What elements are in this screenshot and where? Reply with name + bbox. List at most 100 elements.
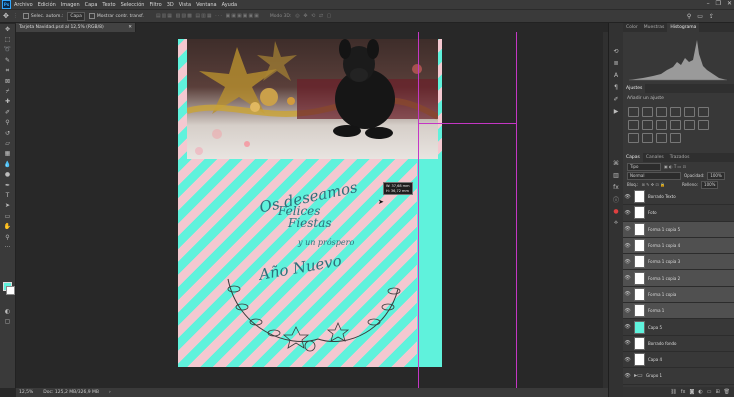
layer-row[interactable]: 👁 Borrado fondo <box>623 336 734 352</box>
adjust-layer-icon[interactable]: ◐ <box>698 389 702 395</box>
canvas-area[interactable]: Os deseamos Felices Fiestas y un prósper… <box>16 32 608 388</box>
brightness-adjust-icon[interactable] <box>628 107 639 117</box>
lasso-tool-icon[interactable]: ➰ <box>0 45 15 55</box>
eyedropper-tool-icon[interactable]: ⌿ <box>0 86 15 96</box>
shape-tool-icon[interactable]: ▭ <box>0 211 15 221</box>
brush-tool-icon[interactable]: ✐ <box>0 107 15 117</box>
status-arrow-icon[interactable]: › <box>109 388 111 397</box>
history-panel-icon[interactable]: ⟲ <box>609 45 623 57</box>
link-layers-icon[interactable]: ⛓ <box>670 389 676 395</box>
trash-icon[interactable]: 🗑 <box>724 389 730 395</box>
info-panel-icon[interactable]: ⓘ <box>609 193 623 205</box>
menu-texto[interactable]: Texto <box>102 2 115 8</box>
menu-3d[interactable]: 3D <box>167 2 174 8</box>
lookup-adjust-icon[interactable] <box>684 120 695 130</box>
levels-adjust-icon[interactable] <box>642 107 653 117</box>
layer-row[interactable]: 👁 Forma 1 copia 4 <box>623 237 734 255</box>
crop-tool-icon[interactable]: ⌗ <box>0 66 15 76</box>
frame-tool-icon[interactable]: ⊠ <box>0 76 15 86</box>
paragraph-panel-icon[interactable]: ¶ <box>609 81 623 93</box>
show-transform-checkbox[interactable]: Mostrar contr. transf. <box>88 13 144 19</box>
character-panel-icon[interactable]: A <box>609 69 623 81</box>
clone-stamp-icon[interactable]: ⚲ <box>0 118 15 128</box>
visibility-eye-icon[interactable]: 👁 <box>623 194 632 200</box>
move-tool-icon[interactable]: ✥ <box>3 12 9 20</box>
history-brush-icon[interactable]: ↺ <box>0 128 15 138</box>
tab-channels[interactable]: Canales <box>643 153 667 162</box>
layer-row[interactable]: 👁 Foto <box>623 205 734 222</box>
tab-swatches[interactable]: Muestras <box>641 23 668 32</box>
libraries-panel-icon[interactable]: ▥ <box>609 169 623 181</box>
visibility-eye-icon[interactable]: 👁 <box>623 373 632 379</box>
layer-kind-filter[interactable]: Tipo <box>627 162 661 171</box>
screen-mode-icon[interactable]: ▢ <box>0 316 15 326</box>
gradientmap-adjust-icon[interactable] <box>656 133 667 143</box>
menu-edicion[interactable]: Edición <box>38 2 56 8</box>
menu-vista[interactable]: Vista <box>179 2 191 8</box>
hand-tool-icon[interactable]: ✋ <box>0 221 15 231</box>
marquee-tool-icon[interactable]: ⬚ <box>0 34 15 44</box>
posterize-adjust-icon[interactable] <box>628 133 639 143</box>
selective-adjust-icon[interactable] <box>670 133 681 143</box>
layer-row[interactable]: 👁 Forma 1 copia 3 <box>623 254 734 271</box>
visibility-eye-icon[interactable]: 👁 <box>623 243 632 249</box>
3d-mode-icons[interactable]: ◎ ✥ ⟲ ⇄ ▢ <box>295 13 332 19</box>
actions-panel-icon[interactable]: ▶ <box>609 105 623 117</box>
document-tab[interactable]: Tarjeta Navidad.psd al 12,5% (RGB/8) ✕ <box>16 23 136 32</box>
photofilter-adjust-icon[interactable] <box>656 120 667 130</box>
layer-row[interactable]: 👁 Capa 5 <box>623 319 734 336</box>
bw-adjust-icon[interactable] <box>642 120 653 130</box>
layer-row[interactable]: 👁 Forma 1 <box>623 303 734 320</box>
auto-select-target-dropdown[interactable]: Capa <box>67 11 85 21</box>
exposure-adjust-icon[interactable] <box>670 107 681 117</box>
layer-row[interactable]: 👁 Forma 1 copia 5 <box>623 221 734 238</box>
lock-icons[interactable]: ⊞ ✎ ✥ ⊡ 🔒 <box>641 182 664 187</box>
search-icon[interactable]: ⚲ <box>687 13 691 20</box>
new-group-icon[interactable]: ▭ <box>707 389 712 395</box>
brush-panel-icon[interactable]: ✐ <box>609 93 623 105</box>
blur-tool-icon[interactable]: 💧 <box>0 159 15 169</box>
fx-icon[interactable]: fx <box>681 389 686 395</box>
move-tool-icon[interactable]: ✥ <box>0 24 15 34</box>
more-tools-icon[interactable]: ··· <box>0 242 15 252</box>
background-color-swatch[interactable] <box>6 286 15 295</box>
visibility-eye-icon[interactable]: 👁 <box>623 226 632 232</box>
visibility-eye-icon[interactable]: 👁 <box>623 340 632 346</box>
mixer-adjust-icon[interactable] <box>670 120 681 130</box>
tab-layers[interactable]: Capas <box>623 153 643 162</box>
zoom-level[interactable]: 12,5% <box>19 388 33 397</box>
workspace-icon[interactable]: ▭ <box>697 13 703 20</box>
eraser-tool-icon[interactable]: ▱ <box>0 138 15 148</box>
close-tab-icon[interactable]: ✕ <box>128 23 132 32</box>
visibility-eye-icon[interactable]: 👁 <box>623 324 632 330</box>
healing-brush-icon[interactable]: ✚ <box>0 97 15 107</box>
opacity-field[interactable]: 100% <box>707 171 725 180</box>
visibility-eye-icon[interactable]: 👁 <box>623 275 632 281</box>
menu-filtro[interactable]: Filtro <box>149 2 161 8</box>
visibility-eye-icon[interactable]: 👁 <box>623 291 632 297</box>
invert-adjust-icon[interactable] <box>698 120 709 130</box>
quick-mask-icon[interactable]: ◐ <box>0 306 15 316</box>
balance-adjust-icon[interactable] <box>628 120 639 130</box>
properties-panel-icon[interactable]: ≣ <box>609 57 623 69</box>
fill-field[interactable]: 100% <box>701 180 719 189</box>
type-tool-icon[interactable]: T <box>0 190 15 200</box>
menu-imagen[interactable]: Imagen <box>61 2 80 8</box>
tab-adjustments[interactable]: Ajustes <box>623 84 646 93</box>
layer-row[interactable]: 👁 Capa 4 <box>623 352 734 369</box>
path-select-icon[interactable]: ➤ <box>0 201 15 211</box>
tab-paths[interactable]: Trazados <box>667 153 693 162</box>
menu-ventana[interactable]: Ventana <box>196 2 217 8</box>
maximize-icon[interactable]: ❐ <box>716 0 721 7</box>
blend-mode-dropdown[interactable]: Normal <box>627 171 681 180</box>
tab-histogram[interactable]: Histograma <box>667 23 700 32</box>
paths-panel-icon[interactable]: ⟡ <box>609 217 623 229</box>
tab-color[interactable]: Color <box>623 23 641 32</box>
mask-icon[interactable]: ◙ <box>689 389 694 395</box>
close-window-icon[interactable]: ✕ <box>727 0 732 7</box>
visibility-eye-icon[interactable]: 👁 <box>623 357 632 363</box>
menu-capa[interactable]: Capa <box>85 2 98 8</box>
visibility-eye-icon[interactable]: 👁 <box>623 259 632 265</box>
dodge-tool-icon[interactable]: ● <box>0 169 15 179</box>
threshold-adjust-icon[interactable] <box>642 133 653 143</box>
